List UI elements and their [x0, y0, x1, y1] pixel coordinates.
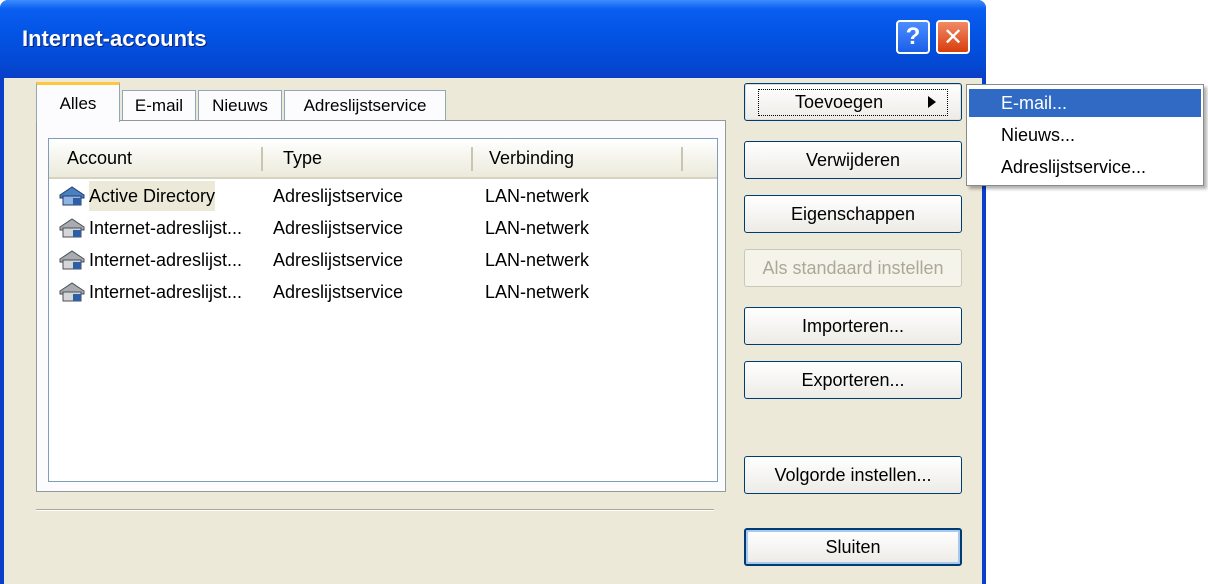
cell-type: Adreslijstservice — [273, 281, 404, 302]
divider — [36, 509, 714, 511]
cell-account: Active Directory — [89, 181, 216, 211]
directory-icon — [59, 250, 85, 270]
table-row[interactable]: Internet-adreslijst... Adreslijstservice… — [57, 245, 697, 275]
cell-account: Internet-adreslijst... — [89, 217, 243, 238]
properties-button[interactable]: Eigenschappen — [744, 195, 962, 233]
column-header-type[interactable]: Type — [283, 139, 322, 177]
directory-icon — [59, 186, 85, 206]
cell-account: Internet-adreslijst... — [89, 249, 243, 270]
window-title: Internet-accounts — [22, 26, 207, 51]
menu-item-directory-service[interactable]: Adreslijstservice... — [969, 153, 1201, 181]
cell-account: Internet-adreslijst... — [89, 281, 243, 302]
menu-item-news[interactable]: Nieuws... — [969, 121, 1201, 149]
cell-type: Adreslijstservice — [273, 249, 404, 270]
close-button[interactable]: Sluiten — [744, 528, 962, 566]
cell-connection: LAN-netwerk — [485, 185, 590, 206]
order-button[interactable]: Volgorde instellen... — [744, 456, 962, 494]
close-button-label: Sluiten — [825, 536, 881, 557]
add-button[interactable]: Toevoegen — [744, 83, 962, 121]
cell-type: Adreslijstservice — [273, 185, 404, 206]
order-button-label: Volgorde instellen... — [774, 464, 932, 485]
add-submenu: E-mail... Nieuws... Adreslijstservice... — [966, 84, 1204, 186]
cell-connection: LAN-netwerk — [485, 281, 590, 302]
table-row[interactable]: Active Directory Adreslijstservice LAN-n… — [57, 181, 697, 211]
close-window-button[interactable]: ✕ — [936, 20, 970, 54]
column-divider[interactable] — [681, 147, 683, 171]
add-button-label: Toevoegen — [795, 91, 884, 112]
set-default-button[interactable]: Als standaard instellen — [744, 249, 962, 287]
close-icon: ✕ — [942, 23, 964, 51]
tab-alles[interactable]: Alles — [36, 82, 120, 122]
title-bar[interactable]: Internet-accounts ? ✕ — [0, 0, 986, 78]
export-button[interactable]: Exporteren... — [744, 361, 962, 399]
remove-button[interactable]: Verwijderen — [744, 141, 962, 179]
help-icon: ? — [905, 23, 921, 50]
submenu-arrow-icon — [928, 96, 936, 108]
tab-nieuws[interactable]: Nieuws — [198, 90, 282, 120]
properties-button-label: Eigenschappen — [790, 203, 916, 224]
column-divider[interactable] — [471, 147, 473, 171]
column-header-connection[interactable]: Verbinding — [489, 139, 574, 177]
tab-label: E-mail — [134, 95, 184, 115]
tab-label: Nieuws — [212, 95, 268, 115]
cell-type: Adreslijstservice — [273, 217, 404, 238]
menu-item-email[interactable]: E-mail... — [969, 89, 1201, 117]
column-divider[interactable] — [261, 147, 263, 171]
export-button-label: Exporteren... — [801, 369, 905, 390]
directory-icon — [59, 282, 85, 302]
column-header-account[interactable]: Account — [67, 139, 132, 177]
accounts-list[interactable]: Account Type Verbinding Active Directory… — [48, 138, 718, 482]
import-button[interactable]: Importeren... — [744, 307, 962, 345]
cell-connection: LAN-netwerk — [485, 249, 590, 270]
tab-email[interactable]: E-mail — [122, 90, 196, 120]
tab-adreslijstservice[interactable]: Adreslijstservice — [284, 90, 446, 120]
tab-label: Adreslijstservice — [303, 95, 427, 115]
list-header: Account Type Verbinding — [49, 139, 717, 179]
cell-connection: LAN-netwerk — [485, 217, 590, 238]
import-button-label: Importeren... — [801, 315, 905, 336]
directory-icon — [59, 218, 85, 238]
table-row[interactable]: Internet-adreslijst... Adreslijstservice… — [57, 277, 697, 307]
tab-label: Alles — [59, 93, 97, 113]
table-row[interactable]: Internet-adreslijst... Adreslijstservice… — [57, 213, 697, 243]
set-default-button-label: Als standaard instellen — [762, 257, 944, 278]
help-button[interactable]: ? — [896, 20, 930, 54]
remove-button-label: Verwijderen — [805, 149, 901, 170]
